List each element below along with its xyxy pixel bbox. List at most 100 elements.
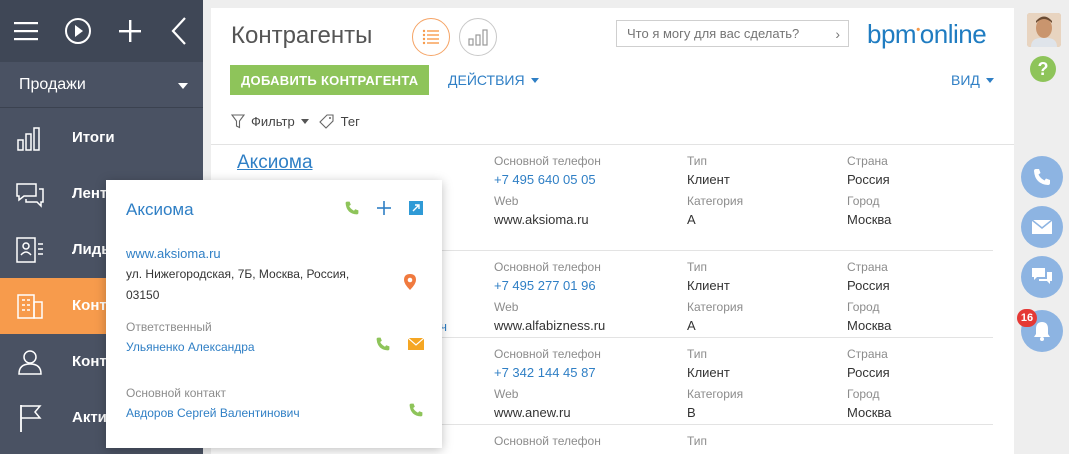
city-label: Город bbox=[847, 194, 880, 208]
phone-button[interactable] bbox=[1021, 156, 1063, 198]
city-value: Москва bbox=[847, 405, 892, 420]
type-label: Тип bbox=[687, 347, 708, 361]
chevron-down-icon bbox=[178, 83, 188, 89]
country-value: Россия bbox=[847, 278, 890, 293]
flag-icon bbox=[20, 405, 42, 432]
menu-icon[interactable] bbox=[10, 15, 42, 47]
command-search[interactable]: › bbox=[616, 20, 849, 47]
workplace-label: Продажи bbox=[19, 76, 86, 93]
sidebar-item-label: Итоги bbox=[72, 129, 115, 146]
web-value: www.anew.ru bbox=[494, 405, 571, 420]
open-card-icon[interactable] bbox=[406, 198, 426, 218]
country-label: Страна bbox=[847, 154, 888, 168]
workplace-selector[interactable]: Продажи bbox=[0, 62, 203, 108]
call-owner-icon[interactable] bbox=[373, 334, 393, 354]
phone-value[interactable]: +7 495 640 05 05 bbox=[494, 172, 596, 187]
tag-icon bbox=[318, 114, 334, 129]
notification-count-badge: 16 bbox=[1017, 309, 1037, 327]
city-value: Москва bbox=[847, 318, 892, 333]
email-button[interactable] bbox=[1021, 206, 1063, 248]
filter-button[interactable]: Фильтр bbox=[231, 114, 309, 129]
plus-icon[interactable] bbox=[114, 15, 146, 47]
phone-value[interactable]: +7 495 277 01 96 bbox=[494, 278, 596, 293]
leads-icon bbox=[16, 237, 43, 263]
help-button[interactable]: ? bbox=[1030, 56, 1056, 82]
type-value: Клиент bbox=[687, 365, 730, 380]
category-value: A bbox=[687, 212, 696, 227]
list-icon bbox=[422, 29, 439, 45]
phone-value[interactable]: +7 342 144 45 87 bbox=[494, 365, 596, 380]
add-account-button[interactable]: ДОБАВИТЬ КОНТРАГЕНТА bbox=[230, 65, 430, 95]
contact-label: Основной контакт bbox=[126, 386, 226, 400]
type-label: Тип bbox=[687, 260, 708, 274]
email-owner-icon[interactable] bbox=[406, 334, 426, 354]
contacts-icon bbox=[18, 350, 42, 375]
envelope-icon bbox=[1031, 219, 1053, 234]
accounts-icon bbox=[17, 294, 43, 319]
bpmonline-logo: bpm•online bbox=[867, 19, 987, 50]
web-label: Web bbox=[494, 387, 519, 401]
call-icon[interactable] bbox=[342, 198, 362, 218]
city-label: Город bbox=[847, 300, 880, 314]
actions-label: ДЕЙСТВИЯ bbox=[448, 72, 525, 88]
view-button[interactable]: ВИД bbox=[951, 72, 994, 88]
phone-label: Основной телефон bbox=[494, 260, 601, 274]
phone-label: Основной телефон bbox=[494, 154, 601, 168]
analytics-view-button[interactable] bbox=[459, 18, 497, 56]
type-value: Клиент bbox=[687, 172, 730, 187]
web-label: Web bbox=[494, 194, 519, 208]
city-label: Город bbox=[847, 387, 880, 401]
contact-link[interactable]: Авдоров Сергей Валентинович bbox=[126, 406, 300, 420]
phone-icon bbox=[1034, 169, 1050, 185]
play-icon[interactable] bbox=[62, 15, 94, 47]
category-value: A bbox=[687, 318, 696, 333]
chevron-right-icon[interactable]: › bbox=[835, 26, 840, 42]
chat-icon bbox=[1032, 268, 1052, 284]
search-input[interactable] bbox=[617, 21, 817, 46]
actions-button[interactable]: ДЕЙСТВИЯ bbox=[448, 72, 539, 88]
sidebar-item-dashboards[interactable]: Итоги bbox=[0, 110, 203, 166]
view-label: ВИД bbox=[951, 72, 980, 88]
country-label: Страна bbox=[847, 347, 888, 361]
owner-label: Ответственный bbox=[126, 320, 212, 334]
web-value: www.alfabizness.ru bbox=[494, 318, 606, 333]
popup-title[interactable]: Аксиома bbox=[126, 200, 194, 220]
logo-text-main: bpm bbox=[867, 19, 917, 49]
location-pin-icon[interactable] bbox=[400, 272, 420, 292]
funnel-icon bbox=[231, 114, 245, 129]
phone-label: Основной телефон bbox=[494, 434, 601, 448]
category-label: Категория bbox=[687, 194, 744, 208]
add-icon[interactable] bbox=[374, 198, 394, 218]
category-label: Категория bbox=[687, 387, 744, 401]
chevron-down-icon bbox=[530, 77, 539, 83]
address-line-1: ул. Нижегородская, 7Б, Москва, Россия, bbox=[126, 267, 350, 281]
filter-bar: Фильтр Тег bbox=[231, 114, 360, 129]
phone-label: Основной телефон bbox=[494, 347, 601, 361]
filter-label: Фильтр bbox=[251, 114, 295, 129]
category-value: B bbox=[687, 405, 696, 420]
user-photo-icon bbox=[1027, 13, 1061, 47]
feed-icon bbox=[16, 183, 44, 208]
dashboard-icon bbox=[17, 127, 40, 151]
sidebar-topbar bbox=[0, 0, 203, 62]
address-line-2: 03150 bbox=[126, 288, 160, 302]
owner-link[interactable]: Ульяненко Александра bbox=[126, 340, 255, 354]
tag-button[interactable]: Тег bbox=[318, 114, 360, 129]
collapse-back-icon[interactable] bbox=[163, 15, 195, 47]
list-view-button[interactable] bbox=[412, 18, 450, 56]
chat-button[interactable] bbox=[1021, 256, 1063, 298]
tag-label: Тег bbox=[340, 114, 360, 129]
country-value: Россия bbox=[847, 172, 890, 187]
user-avatar[interactable] bbox=[1027, 13, 1061, 47]
website-link[interactable]: www.aksioma.ru bbox=[126, 246, 221, 261]
call-contact-icon[interactable] bbox=[406, 400, 426, 420]
page-title: Контрагенты bbox=[231, 22, 373, 49]
bar-chart-icon bbox=[468, 29, 488, 46]
country-value: Россия bbox=[847, 365, 890, 380]
category-label: Категория bbox=[687, 300, 744, 314]
country-label: Страна bbox=[847, 260, 888, 274]
city-value: Москва bbox=[847, 212, 892, 227]
type-label: Тип bbox=[687, 154, 708, 168]
popup-arrow bbox=[271, 170, 291, 180]
web-label: Web bbox=[494, 300, 519, 314]
